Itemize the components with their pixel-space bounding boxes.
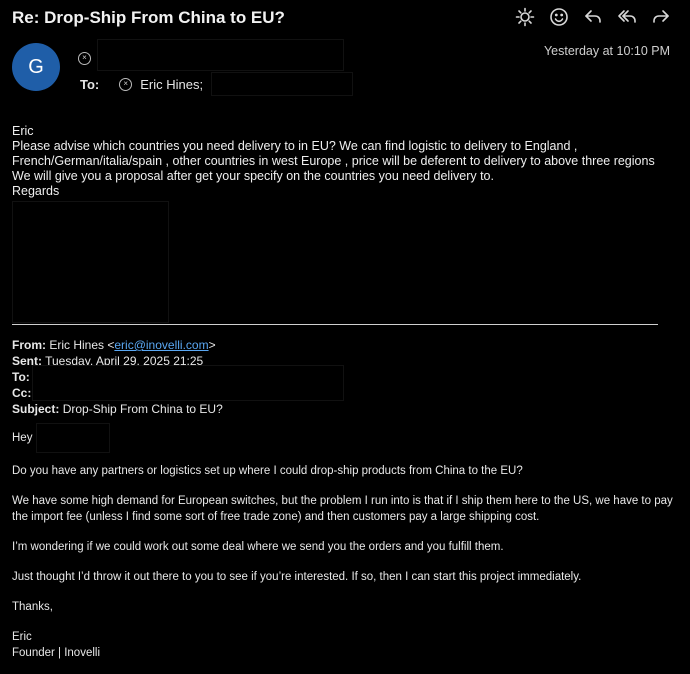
remove-circle-icon[interactable]: × [119, 77, 133, 91]
reply-line: Regards [12, 184, 60, 198]
from-close: > [208, 338, 216, 352]
from-email-link[interactable]: eric@inovelli.com [114, 338, 208, 352]
quote-divider [12, 324, 658, 325]
redacted-to [32, 365, 344, 401]
quoted-paragraph: We have some high demand for European sw… [12, 495, 673, 523]
reply-icon[interactable] [582, 6, 604, 28]
sender-avatar: G [12, 43, 60, 91]
subject-value: Drop-Ship From China to EU? [62, 402, 223, 416]
redacted-recipient [211, 72, 354, 96]
reply-line: We will give you a proposal after get yo… [12, 169, 494, 183]
redacted-sender [97, 39, 344, 71]
redacted-signature [12, 201, 169, 323]
remove-circle-icon[interactable]: × [78, 51, 91, 65]
reply-line: Please advise which countries you need d… [12, 139, 578, 153]
recipient-row: To: × Eric Hines; [80, 72, 354, 96]
quoted-paragraph: Do you have any partners or logistics se… [12, 465, 523, 477]
reply-all-icon[interactable] [616, 6, 638, 28]
reply-line: French/German/italia/spain , other count… [12, 154, 655, 168]
quoted-paragraph: Thanks, [12, 601, 53, 613]
redacted-greeting-name [36, 423, 111, 453]
quoted-message: From: Eric Hines <eric@inovelli.com> Sen… [12, 337, 682, 661]
recipient-name[interactable]: Eric Hines; [140, 77, 203, 92]
to-label: To: [12, 370, 30, 384]
sun-icon[interactable] [514, 6, 536, 28]
signature-title: Founder | Inovelli [12, 647, 101, 659]
from-name: Eric Hines < [49, 338, 115, 352]
signature-name: Eric [12, 631, 32, 643]
greeting: Hey [12, 432, 33, 444]
message-toolbar [514, 6, 672, 28]
quoted-to: To: [12, 365, 682, 401]
forward-icon[interactable] [650, 6, 672, 28]
quoted-subject: Subject: Drop-Ship From China to EU? [12, 401, 682, 417]
subject-label: Subject: [12, 402, 60, 416]
greeting-row: Hey [12, 423, 682, 453]
reply-body: Eric Please advise which countries you n… [12, 124, 672, 327]
quoted-paragraph: I’m wondering if we could work out some … [12, 541, 504, 553]
sender-row: × [78, 39, 344, 71]
quoted-from: From: Eric Hines <eric@inovelli.com> [12, 337, 682, 353]
to-label: To: [80, 76, 100, 92]
cc-label: Cc: [12, 386, 32, 400]
email-timestamp: Yesterday at 10:10 PM [543, 44, 670, 58]
from-label: From: [12, 338, 46, 352]
quoted-paragraph: Just thought I’d throw it out there to y… [12, 571, 582, 583]
smiley-icon[interactable] [548, 6, 570, 28]
email-subject: Re: Drop-Ship From China to EU? [12, 8, 285, 27]
reply-line: Eric [12, 124, 34, 138]
avatar-initial: G [28, 55, 44, 78]
